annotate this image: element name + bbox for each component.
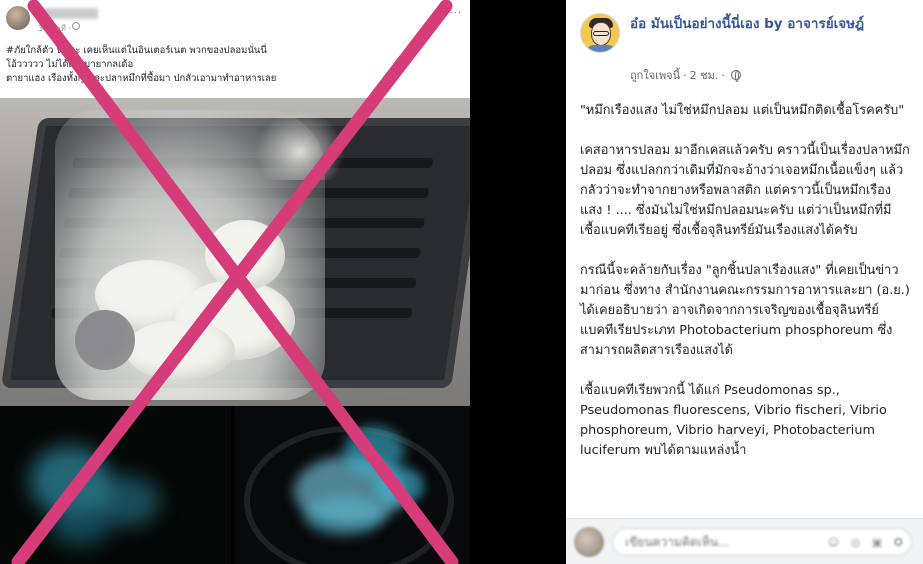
comment-bar: ☺ ◎ ▣ ✪ — [566, 518, 923, 564]
plastic-bag — [55, 110, 345, 400]
glowing-squid-photo-left — [0, 406, 231, 564]
post-paragraph: "หมึกเรืองแสง ไม่ใช่หมึกปลอม แต่เป็นหมึก… — [580, 103, 905, 118]
liked-page-link[interactable]: ถูกใจเพจนี้ — [630, 69, 680, 82]
original-post-time: 30 นาที · — [38, 24, 72, 33]
globe-icon — [730, 70, 741, 82]
globe-icon — [72, 22, 80, 30]
avatar — [574, 527, 604, 557]
original-post-line: #ภัยใกล้ตัว นี่สินะ เคยเห็นแต่ในอินเตอร์… — [6, 45, 267, 56]
squid-bag-photo — [0, 98, 470, 406]
post-paragraph: เชื้อแบคทีเรียพวกนี้ ได้แก่ Pseudomonas … — [580, 383, 887, 458]
page-avatar[interactable] — [580, 13, 620, 53]
post-image[interactable]: 30 นาที · ··· #ภัยใกล้ตัว นี่สินะ เคยเห็… — [0, 0, 470, 564]
post-time[interactable]: 2 ชม. — [690, 69, 719, 82]
original-post-card: 30 นาที · ··· #ภัยใกล้ตัว นี่สินะ เคยเห็… — [0, 0, 470, 98]
post-paragraph: เคสอาหารปลอม มาอีกเคสแล้วครับ คราวนี้เป็… — [580, 143, 910, 238]
post-paragraph: กรณีนี้จะคล้ายกับเรื่อง "ลูกชิ้นปลาเรือง… — [580, 263, 910, 358]
page-name-link[interactable]: อ๋อ มันเป็นอย่างนี้นี่เอง by อาจารย์เจษฎ… — [630, 14, 900, 34]
avatar — [6, 6, 30, 30]
original-author-name — [38, 8, 98, 19]
glowing-squid-photo-right — [234, 406, 470, 564]
post-meta: ถูกใจเพจนี้ · 2 ชม. · — [630, 66, 741, 84]
more-options-icon: ··· — [449, 8, 462, 19]
comment-attachment-icons[interactable]: ☺ ◎ ▣ ✪ — [828, 536, 907, 549]
post-panel: อ๋อ มันเป็นอย่างนี้นี่เอง by อาจารย์เจษฎ… — [566, 0, 923, 564]
original-post-line: โอ้ววววว ไม่ได้เล่นมายากลเด้อ — [6, 59, 134, 70]
post-body: "หมึกเรืองแสง ไม่ใช่หมึกปลอม แต่เป็นหมึก… — [580, 101, 910, 481]
original-post-line: ตายาแฮง เรืองทั้งกุ้งและปลาหมึกที่ซื้อมา… — [6, 73, 277, 84]
original-post-text: #ภัยใกล้ตัว นี่สินะ เคยเห็นแต่ในอินเตอร์… — [6, 44, 446, 86]
